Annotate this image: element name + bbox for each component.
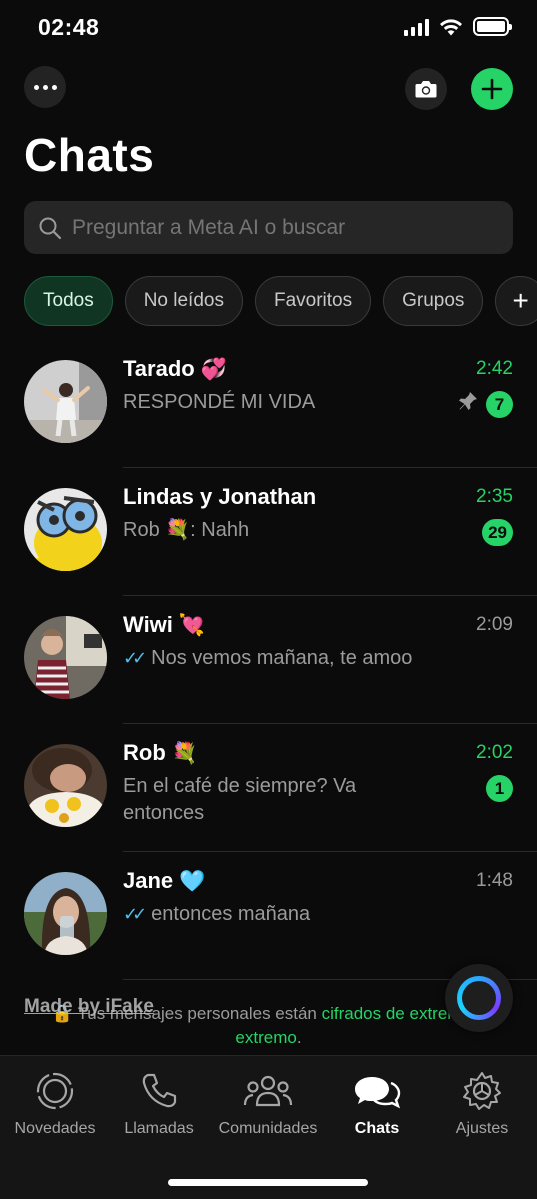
chat-row-tarado[interactable]: Tarado 💞 RESPONDÉ MI VIDA 2:42 7 — [0, 340, 537, 468]
chat-preview: RESPONDÉ MI VIDA — [123, 391, 316, 413]
tab-novedades[interactable]: Novedades — [0, 1070, 110, 1138]
chat-preview: ✓✓ Nos vemos mañana, te amoo — [123, 647, 413, 669]
chat-row-wiwi[interactable]: Wiwi 💘 ✓✓ Nos vemos mañana, te amoo 2:09 — [0, 596, 537, 724]
watermark: Made by iFake — [24, 996, 154, 1017]
unread-badge: 7 — [486, 391, 513, 418]
filter-chip-unread[interactable]: No leídos — [124, 276, 243, 326]
search-input[interactable] — [72, 215, 492, 240]
chat-name: Wiwi 💘 — [123, 612, 206, 637]
search-icon — [39, 217, 62, 239]
chat-preview: ✓✓ entonces mañana — [123, 903, 311, 925]
phone-icon — [104, 1070, 214, 1112]
avatar — [24, 488, 107, 571]
chat-row-rob[interactable]: Rob 💐 En el café de siempre? Va entonces … — [0, 724, 537, 852]
chat-time: 2:02 — [476, 742, 513, 763]
chat-row-lindas-y-jonathan[interactable]: Lindas y Jonathan Rob 💐: Nahh 2:35 29 — [0, 468, 537, 596]
updates-icon — [0, 1070, 110, 1112]
unread-badge: 1 — [486, 775, 513, 802]
filter-chip-all[interactable]: Todos — [24, 276, 113, 326]
status-bar: 02:48 — [0, 0, 537, 58]
avatar — [24, 872, 107, 955]
chats-icon — [322, 1070, 432, 1112]
status-time: 02:48 — [38, 14, 100, 40]
chat-time: 2:09 — [476, 614, 513, 635]
new-chat-button[interactable] — [471, 68, 513, 110]
tab-chats[interactable]: Chats — [322, 1070, 432, 1138]
settings-icon — [427, 1070, 537, 1112]
avatar — [24, 360, 107, 443]
chat-time: 2:42 — [476, 358, 513, 379]
tab-ajustes[interactable]: Ajustes — [427, 1070, 537, 1138]
search-bar[interactable] — [24, 201, 513, 254]
tab-label: Ajustes — [455, 1120, 509, 1137]
camera-icon — [415, 81, 437, 98]
tab-label: Llamadas — [124, 1120, 194, 1137]
avatar — [24, 744, 107, 827]
home-indicator[interactable] — [168, 1179, 368, 1186]
plus-icon — [481, 78, 503, 100]
tab-label: Chats — [354, 1120, 400, 1137]
tab-comunidades[interactable]: Comunidades — [213, 1070, 323, 1138]
more-options-button[interactable] — [24, 66, 66, 108]
tab-label: Comunidades — [218, 1120, 318, 1137]
chat-name: Jane 🩵 — [123, 868, 206, 893]
chat-time: 2:35 — [476, 486, 513, 507]
top-bar — [0, 66, 537, 112]
read-ticks-icon: ✓✓ — [123, 648, 147, 668]
filter-chip-add[interactable]: + — [495, 276, 537, 326]
chat-time: 1:48 — [476, 870, 513, 891]
pin-icon — [459, 392, 477, 410]
chat-name: Rob 💐 — [123, 740, 198, 765]
filter-chip-favorites[interactable]: Favoritos — [254, 276, 372, 326]
cellular-signal-icon — [404, 18, 429, 36]
tab-label: Novedades — [14, 1120, 96, 1137]
unread-badge: 29 — [482, 519, 513, 546]
chat-preview: En el café de siempre? Va entonces — [123, 775, 357, 824]
communities-icon — [213, 1070, 323, 1112]
chat-list: Tarado 💞 RESPONDÉ MI VIDA 2:42 7 Lindas y… — [0, 340, 537, 980]
meta-ai-icon — [457, 976, 501, 1020]
status-icons — [404, 17, 512, 36]
page-title: Chats — [24, 129, 155, 181]
camera-button[interactable] — [405, 68, 447, 110]
filter-chip-groups[interactable]: Grupos — [383, 276, 484, 326]
chat-preview: Rob 💐: Nahh — [123, 519, 250, 541]
battery-icon — [473, 17, 512, 36]
tab-llamadas[interactable]: Llamadas — [104, 1070, 214, 1138]
chat-name: Lindas y Jonathan — [123, 484, 317, 509]
chat-name: Tarado 💞 — [123, 356, 227, 381]
filter-chips: Todos No leídos Favoritos Grupos + — [24, 276, 537, 328]
meta-ai-button[interactable] — [445, 964, 513, 1032]
tab-bar: Novedades Llamadas Comunidades Chats Aju… — [0, 1055, 537, 1199]
read-ticks-icon: ✓✓ — [123, 904, 147, 924]
chat-row-jane[interactable]: Jane 🩵 ✓✓ entonces mañana 1:48 — [0, 852, 537, 980]
wifi-icon — [440, 18, 462, 35]
avatar — [24, 616, 107, 699]
